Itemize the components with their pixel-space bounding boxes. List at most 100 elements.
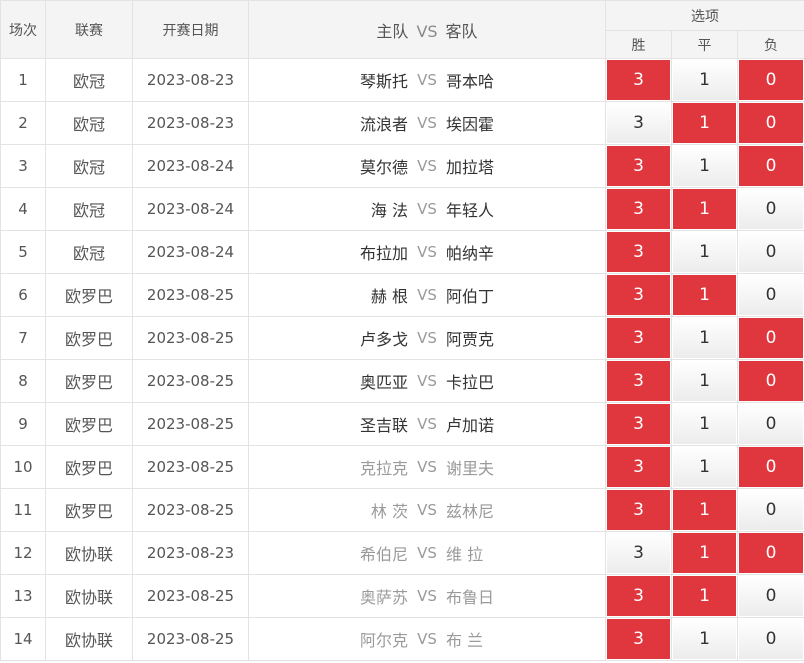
home-team: 莫尔德 xyxy=(359,158,408,177)
option-draw-button[interactable]: 1 xyxy=(673,361,736,401)
option-cell-draw: 1 xyxy=(671,187,738,231)
option-lose-button[interactable]: 0 xyxy=(739,60,804,100)
match-teams: 琴斯托 VS 哥本哈 xyxy=(250,68,605,92)
option-lose-button[interactable]: 0 xyxy=(739,232,804,272)
option-win-button[interactable]: 3 xyxy=(607,189,670,229)
option-win-button[interactable]: 3 xyxy=(607,103,670,143)
option-cell-lose: 0 xyxy=(736,488,804,532)
option-win-button[interactable]: 3 xyxy=(607,275,670,315)
option-draw-button[interactable]: 1 xyxy=(673,576,736,616)
option-draw-button[interactable]: 1 xyxy=(673,490,736,530)
option-win-button[interactable]: 3 xyxy=(607,232,670,272)
option-cell-win: 3 xyxy=(605,359,672,403)
option-lose-button[interactable]: 0 xyxy=(739,103,804,143)
option-draw-button[interactable]: 1 xyxy=(673,232,736,272)
option-win-button[interactable]: 3 xyxy=(607,404,670,444)
option-lose-button[interactable]: 0 xyxy=(739,576,804,616)
match-row: 10 欧罗巴 2023-08-25 克拉克 VS 谢里夫 3 1 0 xyxy=(0,445,804,489)
header-win: 胜 xyxy=(605,30,672,59)
vs-label: VS xyxy=(417,243,437,261)
match-teams: 希伯尼 VS 维 拉 xyxy=(250,541,605,565)
match-teams: 布拉加 VS 帕纳辛 xyxy=(250,240,605,264)
match-date: 2023-08-25 xyxy=(132,488,249,532)
match-row: 11 欧罗巴 2023-08-25 林 茨 VS 兹林尼 3 1 0 xyxy=(0,488,804,532)
header-date: 开赛日期 xyxy=(132,0,249,59)
match-cell: 海 法 VS 年轻人 xyxy=(248,187,606,231)
header-home: 主队 xyxy=(376,21,409,41)
option-draw-button[interactable]: 1 xyxy=(673,318,736,358)
option-lose-button[interactable]: 0 xyxy=(739,361,804,401)
option-cell-win: 3 xyxy=(605,187,672,231)
option-win-button[interactable]: 3 xyxy=(607,490,670,530)
home-team: 琴斯托 xyxy=(359,72,408,91)
option-cell-win: 3 xyxy=(605,445,672,489)
option-cell-win: 3 xyxy=(605,144,672,188)
option-win-button[interactable]: 3 xyxy=(607,60,670,100)
option-draw-button[interactable]: 1 xyxy=(673,404,736,444)
option-draw-button[interactable]: 1 xyxy=(673,533,736,573)
option-win-button[interactable]: 3 xyxy=(607,318,670,358)
header-options: 选项 xyxy=(604,0,804,31)
option-draw-button[interactable]: 1 xyxy=(673,275,736,315)
away-team: 哥本哈 xyxy=(446,72,495,91)
option-lose-button[interactable]: 0 xyxy=(739,447,804,487)
match-cell: 奥匹亚 VS 卡拉巴 xyxy=(248,359,606,403)
option-lose-button[interactable]: 0 xyxy=(739,189,804,229)
option-draw-button[interactable]: 1 xyxy=(673,103,736,143)
option-cell-lose: 0 xyxy=(736,273,804,317)
home-team: 卢多戈 xyxy=(359,330,408,349)
option-cell-draw: 1 xyxy=(671,58,738,102)
option-win-button[interactable]: 3 xyxy=(607,447,670,487)
match-row: 6 欧罗巴 2023-08-25 赫 根 VS 阿伯丁 3 1 0 xyxy=(0,273,804,317)
option-win-button[interactable]: 3 xyxy=(607,619,670,659)
header-away: 客队 xyxy=(445,21,478,41)
option-draw-button[interactable]: 1 xyxy=(673,146,736,186)
option-draw-button[interactable]: 1 xyxy=(673,60,736,100)
option-cell-draw: 1 xyxy=(671,359,738,403)
option-lose-button[interactable]: 0 xyxy=(739,404,804,444)
away-team: 维 拉 xyxy=(446,545,484,564)
option-lose-button[interactable]: 0 xyxy=(739,146,804,186)
option-cell-win: 3 xyxy=(605,402,672,446)
match-teams: 林 茨 VS 兹林尼 xyxy=(250,498,605,522)
match-date: 2023-08-24 xyxy=(132,144,249,188)
option-win-button[interactable]: 3 xyxy=(607,361,670,401)
match-cell: 赫 根 VS 阿伯丁 xyxy=(248,273,606,317)
option-lose-button[interactable]: 0 xyxy=(739,619,804,659)
option-cell-lose: 0 xyxy=(736,617,804,661)
match-cell: 奥萨苏 VS 布鲁日 xyxy=(248,574,606,618)
option-lose-button[interactable]: 0 xyxy=(739,318,804,358)
option-lose-button[interactable]: 0 xyxy=(739,275,804,315)
match-date: 2023-08-25 xyxy=(132,445,249,489)
match-teams: 海 法 VS 年轻人 xyxy=(250,197,605,221)
option-cell-lose: 0 xyxy=(736,445,804,489)
vs-label: VS xyxy=(417,157,437,175)
header-match: 主队 VS 客队 xyxy=(248,0,606,59)
option-lose-button[interactable]: 0 xyxy=(739,533,804,573)
option-draw-button[interactable]: 1 xyxy=(673,619,736,659)
away-team: 阿贾克 xyxy=(446,330,495,349)
league-name: 欧罗巴 xyxy=(45,316,133,360)
league-name: 欧冠 xyxy=(45,144,133,188)
match-row: 9 欧罗巴 2023-08-25 圣吉联 VS 卢加诺 3 1 0 xyxy=(0,402,804,446)
home-team: 阿尔克 xyxy=(359,631,408,650)
match-date: 2023-08-25 xyxy=(132,359,249,403)
match-row: 5 欧冠 2023-08-24 布拉加 VS 帕纳辛 3 1 0 xyxy=(0,230,804,274)
option-cell-draw: 1 xyxy=(671,230,738,274)
option-win-button[interactable]: 3 xyxy=(607,146,670,186)
option-cell-lose: 0 xyxy=(736,187,804,231)
option-win-button[interactable]: 3 xyxy=(607,576,670,616)
home-team: 希伯尼 xyxy=(359,545,408,564)
round-number: 11 xyxy=(0,488,46,532)
option-win-button[interactable]: 3 xyxy=(607,533,670,573)
option-cell-draw: 1 xyxy=(671,445,738,489)
option-draw-button[interactable]: 1 xyxy=(673,447,736,487)
match-date: 2023-08-23 xyxy=(132,531,249,575)
match-row: 3 欧冠 2023-08-24 莫尔德 VS 加拉塔 3 1 0 xyxy=(0,144,804,188)
home-team: 海 法 xyxy=(370,201,408,220)
round-number: 7 xyxy=(0,316,46,360)
header-draw: 平 xyxy=(671,30,738,59)
option-draw-button[interactable]: 1 xyxy=(673,189,736,229)
match-row: 8 欧罗巴 2023-08-25 奥匹亚 VS 卡拉巴 3 1 0 xyxy=(0,359,804,403)
option-lose-button[interactable]: 0 xyxy=(739,490,804,530)
